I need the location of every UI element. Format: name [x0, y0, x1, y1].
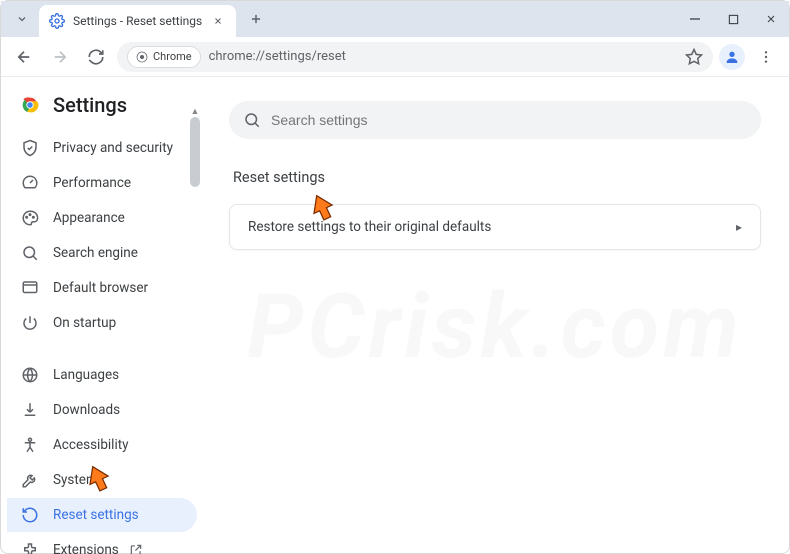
person-icon [724, 49, 740, 65]
nav-back-button[interactable] [9, 42, 39, 72]
site-chip-label: Chrome [153, 50, 192, 63]
download-icon [21, 401, 39, 419]
reset-icon [21, 506, 39, 524]
chrome-logo-icon [19, 94, 41, 116]
shield-icon [21, 139, 39, 157]
reset-card: Restore settings to their original defau… [229, 204, 761, 250]
window-controls [685, 1, 781, 37]
sidebar-header: Settings [1, 87, 201, 131]
chevron-right-icon: ▸ [736, 220, 742, 234]
browser-icon [21, 279, 39, 297]
sidebar-item-default-browser[interactable]: Default browser [7, 271, 197, 305]
bookmark-button[interactable] [685, 48, 703, 66]
sidebar-scrollbar[interactable]: ▲ [189, 117, 201, 554]
sidebar-item-reset-settings[interactable]: Reset settings [7, 498, 197, 532]
chevron-down-icon [16, 13, 28, 25]
sidebar-item-label: Reset settings [53, 507, 139, 523]
search-icon [243, 111, 261, 129]
search-icon [21, 244, 39, 262]
chrome-icon [136, 51, 148, 63]
sidebar-item-languages[interactable]: Languages [7, 358, 197, 392]
settings-gear-icon [49, 13, 65, 29]
star-icon [685, 48, 703, 66]
tab-search-dropdown[interactable] [9, 6, 35, 32]
profile-button[interactable] [719, 44, 745, 70]
titlebar: Settings - Reset settings [1, 1, 789, 37]
extension-icon [21, 541, 39, 554]
sidebar-item-label: Search engine [53, 245, 138, 261]
sidebar-item-label: Appearance [53, 210, 125, 226]
wrench-icon [21, 471, 39, 489]
close-icon [765, 13, 777, 25]
sidebar-item-on-startup[interactable]: On startup [7, 306, 197, 340]
sidebar-item-downloads[interactable]: Downloads [7, 393, 197, 427]
minimize-icon [689, 13, 701, 25]
browser-toolbar: Chrome chrome://settings/reset [1, 37, 789, 77]
external-link-icon [129, 543, 143, 554]
sidebar-item-label: Downloads [53, 402, 120, 418]
window-close-button[interactable] [761, 9, 781, 29]
browser-menu-button[interactable] [751, 42, 781, 72]
accessibility-icon [21, 436, 39, 454]
window-maximize-button[interactable] [723, 9, 743, 29]
sidebar-item-label: Default browser [53, 280, 148, 296]
sidebar-item-label: On startup [53, 315, 116, 331]
reload-icon [87, 48, 105, 66]
restore-defaults-label: Restore settings to their original defau… [248, 219, 491, 235]
sidebar-item-system[interactable]: System [7, 463, 197, 497]
site-chip[interactable]: Chrome [127, 46, 201, 68]
nav-forward-button[interactable] [45, 42, 75, 72]
globe-icon [21, 366, 39, 384]
address-bar[interactable]: Chrome chrome://settings/reset [117, 42, 713, 72]
settings-search-input[interactable] [271, 112, 747, 128]
sidebar-item-label: Performance [53, 175, 131, 191]
close-icon [213, 16, 223, 26]
nav-reload-button[interactable] [81, 42, 111, 72]
kebab-icon [758, 49, 774, 65]
tab-close-button[interactable] [210, 13, 226, 29]
settings-heading: Settings [53, 93, 127, 117]
content-area: Settings Privacy and security Performanc… [1, 77, 789, 554]
sidebar-item-label: Accessibility [53, 437, 129, 453]
sidebar-item-extensions[interactable]: Extensions [7, 533, 197, 554]
arrow-right-icon [51, 48, 69, 66]
sidebar-item-performance[interactable]: Performance [7, 166, 197, 200]
settings-search[interactable] [229, 101, 761, 139]
scroll-up-icon: ▲ [189, 105, 201, 117]
sidebar-item-label: System [53, 472, 98, 488]
sidebar-item-appearance[interactable]: Appearance [7, 201, 197, 235]
sidebar-item-privacy[interactable]: Privacy and security [7, 131, 197, 165]
section-title: Reset settings [233, 169, 761, 186]
url-text: chrome://settings/reset [209, 49, 677, 64]
settings-sidebar: Settings Privacy and security Performanc… [1, 77, 201, 554]
sidebar-item-label: Extensions [53, 542, 119, 554]
settings-main: Reset settings Restore settings to their… [201, 77, 789, 554]
sidebar-item-label: Languages [53, 367, 119, 383]
arrow-left-icon [15, 48, 33, 66]
power-icon [21, 314, 39, 332]
scrollbar-thumb[interactable] [190, 117, 200, 187]
sidebar-nav: Privacy and security Performance Appeara… [1, 131, 201, 554]
palette-icon [21, 209, 39, 227]
watermark: PCrisk.com [201, 77, 789, 554]
plus-icon [249, 12, 263, 26]
sidebar-item-label: Privacy and security [53, 140, 173, 156]
sidebar-item-accessibility[interactable]: Accessibility [7, 428, 197, 462]
window-minimize-button[interactable] [685, 9, 705, 29]
maximize-icon [728, 14, 739, 25]
browser-tab[interactable]: Settings - Reset settings [39, 5, 236, 37]
new-tab-button[interactable] [242, 5, 270, 33]
restore-defaults-row[interactable]: Restore settings to their original defau… [230, 205, 760, 249]
sidebar-item-search-engine[interactable]: Search engine [7, 236, 197, 270]
tab-title: Settings - Reset settings [73, 14, 202, 28]
speedometer-icon [21, 174, 39, 192]
